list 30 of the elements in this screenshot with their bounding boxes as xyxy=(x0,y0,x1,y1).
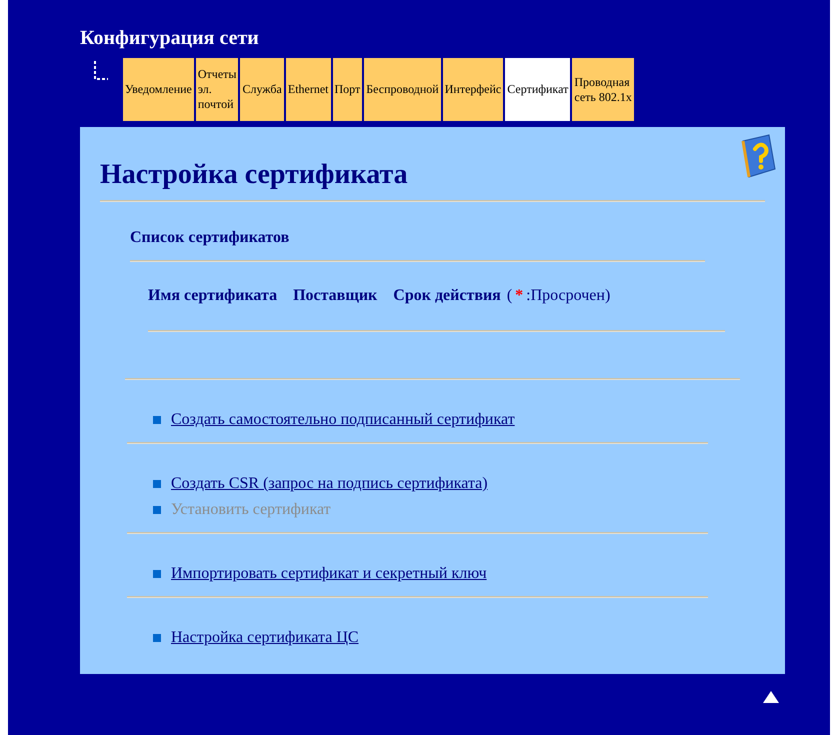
tab[interactable]: Беспроводной xyxy=(364,58,441,121)
bullet-icon xyxy=(153,506,161,514)
bullet-icon xyxy=(153,634,161,642)
tree-branch-icon xyxy=(92,60,110,82)
tab[interactable]: Уведомление xyxy=(123,58,194,121)
tab[interactable]: Сертификат xyxy=(505,58,570,121)
legend-text: :Просрочен) xyxy=(526,286,610,306)
action-link[interactable]: Создать самостоятельно подписанный сертификат xyxy=(171,410,515,430)
tab[interactable]: Порт xyxy=(332,58,362,121)
column-header: Поставщик xyxy=(293,286,378,306)
tab[interactable]: Отчеты эл. почтой xyxy=(196,58,238,121)
column-header: Имя сертификата xyxy=(148,286,278,306)
tab[interactable]: Ethernet xyxy=(286,58,331,121)
action-link[interactable]: Создать CSR (запрос на подпись сертификата) xyxy=(171,474,488,494)
scroll-up-icon[interactable] xyxy=(762,690,780,704)
legend-paren: ( xyxy=(506,286,512,306)
action-link[interactable]: Настройка сертификата ЦС xyxy=(171,628,359,648)
column-header: Срок действия xyxy=(393,286,501,306)
action-link: Установить сертификат xyxy=(171,500,331,520)
list-title: Список сертификатов xyxy=(130,228,290,248)
bullet-icon xyxy=(153,570,161,578)
tab[interactable]: Интерфейс xyxy=(442,58,504,121)
expired-mark: * xyxy=(515,286,524,306)
action-link[interactable]: Импортировать сертификат и секретный ключ xyxy=(171,564,487,584)
page-title: Конфигурация сети xyxy=(80,26,259,51)
tab[interactable]: Служба xyxy=(240,58,284,121)
bullet-icon xyxy=(153,416,161,424)
section-title: Настройка сертификата xyxy=(100,158,408,192)
tab[interactable]: Проводная сеть 802.1x xyxy=(572,58,634,121)
bullet-icon xyxy=(153,480,161,488)
